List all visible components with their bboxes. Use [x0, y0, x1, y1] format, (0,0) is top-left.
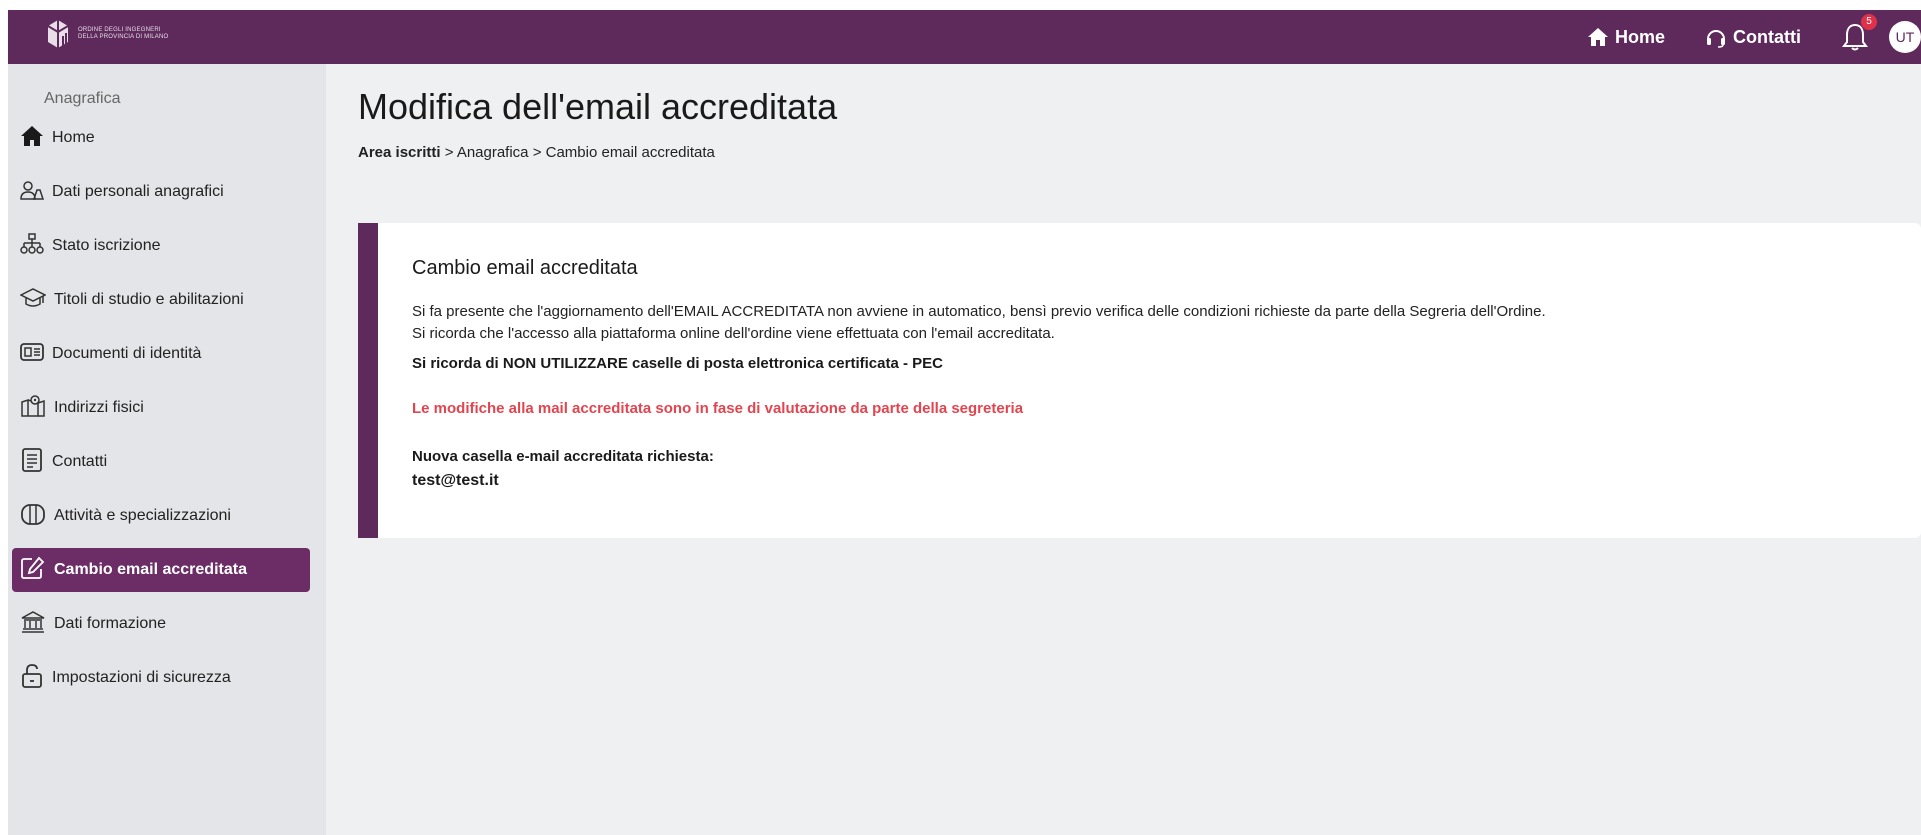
- sidebar-item-label: Stato iscrizione: [52, 237, 161, 254]
- briefcase-icon: [20, 502, 46, 531]
- edit-icon: [20, 556, 46, 585]
- sidebar-title: Anagrafica: [44, 90, 121, 107]
- logo[interactable]: ORDINE DEGLI INGEGNERI DELLA PROVINCIA D…: [44, 16, 168, 52]
- id-card-icon: [20, 341, 44, 368]
- sidebar-item-attivita[interactable]: Attività e specializzazioni: [12, 494, 310, 538]
- sidebar-item-label: Indirizzi fisici: [54, 399, 144, 416]
- headset-icon: [1705, 26, 1727, 48]
- sidebar-item-titoli-studio[interactable]: Titoli di studio e abilitazioni: [12, 278, 310, 322]
- top-bar: ORDINE DEGLI INGEGNERI DELLA PROVINCIA D…: [8, 10, 1921, 64]
- sidebar-item-documenti[interactable]: Documenti di identità: [12, 332, 310, 376]
- sidebar-item-label: Titoli di studio e abilitazioni: [54, 291, 244, 308]
- breadcrumb-path: > Anagrafica > Cambio email accreditata: [440, 144, 715, 161]
- logo-text-line1: ORDINE DEGLI INGEGNERI: [78, 27, 161, 33]
- sidebar-item-dati-personali[interactable]: Dati personali anagrafici: [12, 170, 310, 214]
- status-warning: Le modifiche alla mail accreditata sono …: [412, 400, 1024, 417]
- map-pin-icon: [20, 394, 46, 423]
- bell-icon: [1841, 23, 1869, 56]
- new-email-label: Nuova casella e-mail accreditata richies…: [412, 448, 714, 465]
- sidebar-item-label: Attività e specializzazioni: [54, 507, 231, 524]
- logo-text-line2: DELLA PROVINCIA DI MILANO: [78, 34, 169, 40]
- app-frame: ORDINE DEGLI INGEGNERI DELLA PROVINCIA D…: [8, 10, 1921, 835]
- sidebar-item-label: Documenti di identità: [52, 345, 202, 362]
- breadcrumb-root-link[interactable]: Area iscritti: [358, 144, 441, 161]
- sidebar-item-label: Dati personali anagrafici: [52, 183, 224, 200]
- users-icon: [20, 179, 45, 206]
- unlock-icon: [20, 663, 44, 694]
- bank-icon: [20, 610, 46, 639]
- top-nav: Home Contatti 5 UT: [1587, 10, 1921, 64]
- sidebar-item-stato-iscrizione[interactable]: Stato iscrizione: [12, 224, 310, 268]
- logo-text: ORDINE DEGLI INGEGNERI DELLA PROVINCIA D…: [78, 27, 168, 41]
- logo-mark-icon: [44, 16, 72, 52]
- email-change-card: Cambio email accreditata Si fa presente …: [358, 223, 1921, 538]
- nav-home-label: Home: [1615, 26, 1666, 47]
- sidebar: Anagrafica Home Dati personali anagrafic…: [8, 64, 326, 835]
- sidebar-item-dati-formazione[interactable]: Dati formazione: [12, 602, 310, 646]
- sidebar-item-label: Dati formazione: [54, 615, 167, 632]
- sidebar-item-label: Home: [52, 129, 95, 146]
- info-paragraph-1: Si fa presente che l'aggiornamento dell'…: [412, 303, 1546, 320]
- breadcrumb: Area iscritti > Anagrafica > Cambio emai…: [358, 144, 715, 161]
- sidebar-item-sicurezza[interactable]: Impostazioni di sicurezza: [12, 656, 310, 700]
- nav-contatti-link[interactable]: Contatti: [1705, 26, 1801, 48]
- pec-warning: Si ricorda di NON UTILIZZARE caselle di …: [412, 355, 943, 372]
- sidebar-item-home[interactable]: Home: [12, 116, 310, 160]
- home-icon: [1587, 27, 1609, 47]
- sidebar-item-indirizzi[interactable]: Indirizzi fisici: [12, 386, 310, 430]
- hierarchy-icon: [20, 232, 44, 260]
- nav-contatti-label: Contatti: [1733, 26, 1801, 47]
- user-avatar[interactable]: UT: [1889, 21, 1921, 53]
- sidebar-item-label: Impostazioni di sicurezza: [52, 669, 231, 686]
- graduation-cap-icon: [19, 287, 47, 314]
- sidebar-item-contatti[interactable]: Contatti: [12, 440, 310, 484]
- document-list-icon: [20, 447, 44, 477]
- sidebar-item-cambio-email[interactable]: Cambio email accreditata: [12, 548, 310, 592]
- sidebar-item-label: Cambio email accreditata: [54, 561, 247, 578]
- nav-home-link[interactable]: Home: [1587, 27, 1665, 48]
- notifications-badge: 5: [1861, 14, 1877, 30]
- home-icon: [20, 125, 44, 152]
- card-title: Cambio email accreditata: [412, 257, 638, 279]
- sidebar-item-label: Contatti: [52, 453, 108, 470]
- new-email-value: test@test.it: [412, 472, 499, 489]
- page-title: Modifica dell'email accreditata: [358, 86, 838, 127]
- notifications-button[interactable]: 5: [1841, 14, 1877, 52]
- info-paragraph-2: Si ricorda che l'accesso alla piattaform…: [412, 325, 1055, 342]
